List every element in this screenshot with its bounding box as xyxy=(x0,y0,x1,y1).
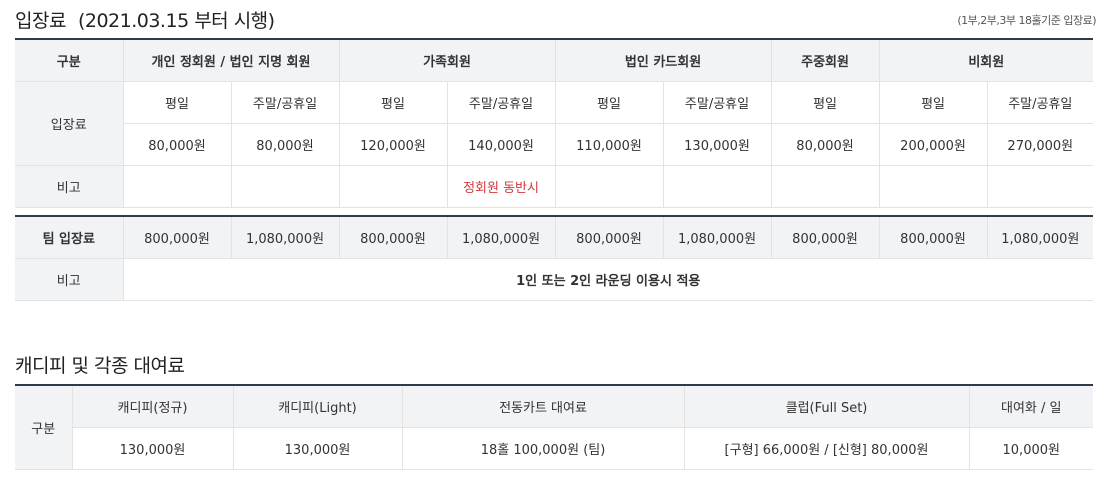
fee-cell: 200,000원 xyxy=(878,123,988,166)
team-fee-cell: 800,000원 xyxy=(338,215,448,259)
fee-cell: 270,000원 xyxy=(986,123,1094,166)
header-family-member: 가족회원 xyxy=(338,39,556,82)
fee-cell: 80,000원 xyxy=(770,123,880,166)
header-non-member: 비회원 xyxy=(878,39,1094,82)
day-type-cell: 평일 xyxy=(338,81,448,124)
remark-cell xyxy=(230,165,340,208)
day-type-cell: 주말/공휴일 xyxy=(662,81,772,124)
day-type-cell: 주말/공휴일 xyxy=(230,81,340,124)
rental-value-cell: [구형] 66,000원 / [신형] 80,000원 xyxy=(683,427,969,470)
remark-cell xyxy=(662,165,772,208)
remark-cell xyxy=(770,165,880,208)
header-club-rental: 클럽(Full Set) xyxy=(683,385,969,428)
day-type-cell: 평일 xyxy=(554,81,664,124)
team-fee-row: 팀 입장료 800,000원 1,080,000원 800,000원 1,080… xyxy=(15,215,1094,259)
table-spacer xyxy=(15,207,1094,216)
entry-fee-heading: 입장료 xyxy=(15,10,66,32)
day-type-cell: 평일 xyxy=(122,81,231,124)
rental-header-row: 구분 캐디피(정규) 캐디피(Light) 전동카트 대여료 클럽(Full S… xyxy=(15,385,1093,470)
fee-cell: 120,000원 xyxy=(338,123,448,166)
team-fee-cell: 800,000원 xyxy=(554,215,664,259)
fee-cell: 130,000원 xyxy=(662,123,772,166)
team-fee-cell: 800,000원 xyxy=(878,215,988,259)
rental-value-cell: 130,000원 xyxy=(232,427,402,470)
remark-cell xyxy=(338,165,448,208)
entry-fee-title: 입장료 (2021.03.15 부터 시행) xyxy=(15,6,275,33)
header-shoe-rental: 대여화 / 일 xyxy=(968,385,1093,428)
header-category: 구분 xyxy=(15,39,123,82)
fee-cell: 80,000원 xyxy=(122,123,231,166)
day-type-row: 입장료 평일 주말/공휴일 평일 주말/공휴일 평일 주말/공휴일 평일 평일 … xyxy=(15,81,1094,166)
remark-cell xyxy=(554,165,664,208)
rental-value-row: 130,000원 130,000원 18홀 100,000원 (팀) [구형] … xyxy=(15,427,1093,470)
entry-fee-table: 구분 개인 정회원 / 법인 지명 회원 가족회원 법인 카드회원 주중회원 비… xyxy=(15,38,1094,301)
remark-label: 비고 xyxy=(15,165,123,208)
team-remark-label: 비고 xyxy=(15,258,123,301)
team-fee-label: 팀 입장료 xyxy=(15,215,123,259)
remark-cell xyxy=(878,165,988,208)
team-fee-cell: 800,000원 xyxy=(770,215,880,259)
header-caddie-light: 캐디피(Light) xyxy=(232,385,402,428)
team-fee-cell: 1,080,000원 xyxy=(986,215,1094,259)
rental-value-cell: 130,000원 xyxy=(71,427,233,470)
day-type-cell: 주말/공휴일 xyxy=(986,81,1094,124)
entry-fee-effective-date: (2021.03.15 부터 시행) xyxy=(77,10,275,32)
rental-value-cell: 10,000원 xyxy=(968,427,1093,470)
spacer-cell xyxy=(15,207,1094,216)
header-cart-rental: 전동카트 대여료 xyxy=(401,385,684,428)
header-weekday-member: 주중회원 xyxy=(770,39,880,82)
team-fee-cell: 1,080,000원 xyxy=(446,215,556,259)
team-fee-cell: 1,080,000원 xyxy=(230,215,340,259)
remark-row: 비고 정회원 동반시 xyxy=(15,165,1094,208)
header-individual-member: 개인 정회원 / 법인 지명 회원 xyxy=(122,39,340,82)
header-corporate-card-member: 법인 카드회원 xyxy=(554,39,772,82)
page: 입장료 (2021.03.15 부터 시행) (1부,2부,3부 18홀기준 입장… xyxy=(0,0,1107,486)
rental-fee-table: 구분 캐디피(정규) 캐디피(Light) 전동카트 대여료 클럽(Full S… xyxy=(15,384,1093,470)
rental-fee-title: 캐디피 및 각종 대여료 xyxy=(15,355,185,377)
header-caddie-regular: 캐디피(정규) xyxy=(71,385,233,428)
team-remark-row: 비고 1인 또는 2인 라운딩 이용시 적용 xyxy=(15,258,1094,301)
fee-cell: 80,000원 xyxy=(230,123,340,166)
day-type-cell: 주말/공휴일 xyxy=(446,81,556,124)
fee-cell: 140,000원 xyxy=(446,123,556,166)
remark-cell xyxy=(986,165,1094,208)
remark-family-note: 정회원 동반시 xyxy=(446,165,556,208)
rental-row-label: 구분 xyxy=(15,385,72,470)
remark-cell xyxy=(122,165,231,208)
day-type-cell: 평일 xyxy=(770,81,880,124)
team-remark-text: 1인 또는 2인 라운딩 이용시 적용 xyxy=(122,258,1094,301)
team-fee-cell: 800,000원 xyxy=(122,215,231,259)
rental-value-cell: 18홀 100,000원 (팀) xyxy=(401,427,684,470)
entry-fee-header-row: 구분 개인 정회원 / 법인 지명 회원 가족회원 법인 카드회원 주중회원 비… xyxy=(15,39,1094,82)
entry-fee-note: (1부,2부,3부 18홀기준 입장료) xyxy=(957,14,1096,27)
entry-fee-row-label: 입장료 xyxy=(15,81,123,166)
day-type-cell: 평일 xyxy=(878,81,988,124)
fee-row: 80,000원 80,000원 120,000원 140,000원 110,00… xyxy=(15,123,1094,166)
fee-cell: 110,000원 xyxy=(554,123,664,166)
team-fee-cell: 1,080,000원 xyxy=(662,215,772,259)
